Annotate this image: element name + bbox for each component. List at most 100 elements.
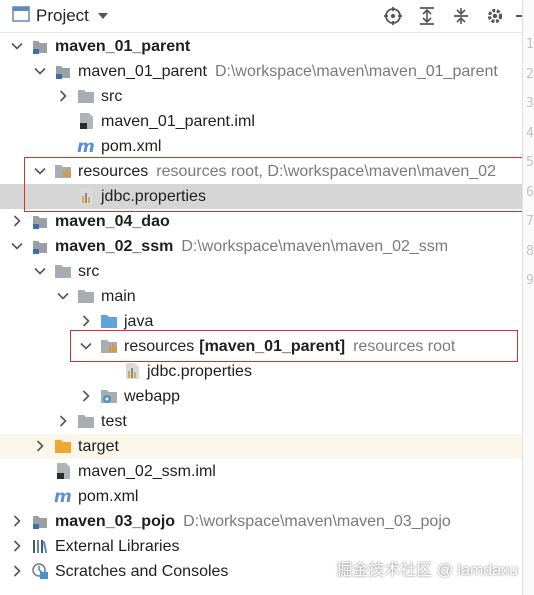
maven-icon: m bbox=[54, 487, 72, 507]
tree-item-label: jdbc.properties bbox=[147, 362, 252, 381]
line-number: 2 bbox=[526, 66, 534, 82]
chevron-down-icon[interactable] bbox=[56, 289, 70, 303]
tree-item-name: Scratches and Consoles bbox=[55, 563, 229, 580]
folder-icon bbox=[77, 87, 95, 105]
tree-row[interactable]: maven_01_parent.iml bbox=[0, 109, 522, 134]
tree-row[interactable]: maven_01_parent bbox=[0, 34, 522, 59]
tree-item-label: maven_01_parent bbox=[55, 37, 190, 56]
chevron-down-icon[interactable] bbox=[79, 339, 93, 353]
tree-item-path: D:\workspace\maven\maven_03_pojo bbox=[183, 513, 451, 530]
chevron-right-icon[interactable] bbox=[10, 539, 24, 553]
line-number: 6 bbox=[526, 184, 534, 200]
tree-row[interactable]: src bbox=[0, 84, 522, 109]
line-number: 9 bbox=[526, 273, 534, 288]
tree-item-path: resources root, D:\workspace\maven\maven… bbox=[156, 163, 496, 180]
line-number: 8 bbox=[526, 243, 534, 259]
gear-icon[interactable] bbox=[478, 0, 512, 32]
locate-file-icon[interactable] bbox=[376, 0, 410, 32]
tree-item-name: External Libraries bbox=[55, 538, 180, 555]
tree-row[interactable]: maven_02_ssm D:\workspace\maven\maven_02_… bbox=[0, 234, 522, 259]
expand-all-icon[interactable] bbox=[410, 0, 444, 32]
tree-item-label: maven_01_parent D:\workspace\maven\maven_… bbox=[78, 62, 498, 81]
tree-row[interactable]: maven_03_pojo D:\workspace\maven\maven_03… bbox=[0, 509, 522, 534]
iml-file-icon bbox=[77, 112, 95, 130]
tree-row[interactable]: resources [maven_01_parent] resources root bbox=[0, 334, 522, 359]
chevron-down-icon[interactable] bbox=[97, 7, 109, 25]
tree-row[interactable]: target bbox=[0, 434, 522, 459]
line-number: 5 bbox=[526, 155, 534, 170]
tree-item-label: resources [maven_01_parent] resources root bbox=[124, 337, 455, 356]
chevron-right-icon[interactable] bbox=[33, 439, 47, 453]
tree-item-label: main bbox=[101, 287, 136, 306]
properties-file-icon bbox=[77, 187, 95, 205]
project-toolbar bbox=[376, 0, 534, 32]
tree-item-label: External Libraries bbox=[55, 537, 180, 556]
chevron-right-icon[interactable] bbox=[10, 514, 24, 528]
tree-item-name: maven_01_parent bbox=[55, 38, 191, 55]
tree-item-label: test bbox=[101, 412, 127, 431]
tree-item-label: java bbox=[124, 312, 153, 331]
tree-item-label: src bbox=[101, 87, 122, 106]
tree-item-label: src bbox=[78, 262, 99, 281]
folder-icon bbox=[77, 412, 95, 430]
tree-item-name: maven_01_parent bbox=[78, 63, 207, 80]
chevron-right-icon[interactable] bbox=[79, 314, 93, 328]
tree-row[interactable]: main bbox=[0, 284, 522, 309]
chevron-right-icon[interactable] bbox=[56, 414, 70, 428]
tree-row[interactable]: maven_04_dao bbox=[0, 209, 522, 234]
chevron-right-icon[interactable] bbox=[56, 89, 70, 103]
tree-item-name: maven_02_ssm.iml bbox=[78, 463, 216, 480]
tree-row[interactable]: jdbc.properties bbox=[0, 359, 522, 384]
module-icon bbox=[31, 237, 49, 255]
tree-item-label: jdbc.properties bbox=[101, 187, 206, 206]
chevron-down-icon[interactable] bbox=[10, 39, 24, 53]
tree-row[interactable]: maven_01_parent D:\workspace\maven\maven_… bbox=[0, 59, 522, 84]
svg-text:m: m bbox=[77, 137, 95, 155]
tree-row[interactable]: jdbc.properties bbox=[0, 184, 522, 209]
tree-row[interactable]: src bbox=[0, 259, 522, 284]
maven-icon: m bbox=[77, 137, 95, 157]
tree-item-name: src bbox=[78, 263, 100, 280]
tree-row[interactable]: java bbox=[0, 309, 522, 334]
tree-row[interactable]: resources resources root, D:\workspace\ma… bbox=[0, 159, 522, 184]
tree-row[interactable]: maven_02_ssm.iml bbox=[0, 459, 522, 484]
tree-item-name: test bbox=[101, 413, 127, 430]
tree-item-name: src bbox=[101, 88, 123, 105]
tree-row[interactable]: m pom.xml bbox=[0, 134, 522, 159]
properties-file-icon bbox=[123, 362, 141, 380]
resources-folder-icon bbox=[54, 162, 72, 180]
collapse-all-icon[interactable] bbox=[444, 0, 478, 32]
tree-item-name: resources bbox=[78, 163, 149, 180]
chevron-down-icon[interactable] bbox=[33, 164, 47, 178]
libraries-icon bbox=[31, 537, 49, 555]
line-number: 7 bbox=[526, 214, 534, 229]
scratches-icon bbox=[31, 562, 49, 580]
tree-item-label: maven_03_pojo D:\workspace\maven\maven_03… bbox=[55, 512, 451, 531]
tree-row[interactable]: m pom.xml bbox=[0, 484, 522, 509]
chevron-down-icon[interactable] bbox=[10, 239, 24, 253]
chevron-right-icon[interactable] bbox=[10, 564, 24, 578]
chevron-right-icon[interactable] bbox=[79, 389, 93, 403]
line-number: 3 bbox=[526, 96, 534, 111]
tree-row[interactable]: test bbox=[0, 409, 522, 434]
tree-item-name: maven_03_pojo bbox=[55, 513, 176, 530]
editor-gutter: 1 2 3 4 5 6 7 8 9 bbox=[522, 0, 534, 595]
chevron-down-icon[interactable] bbox=[33, 264, 47, 278]
chevron-down-icon[interactable] bbox=[33, 64, 47, 78]
panel-title[interactable]: Project bbox=[36, 6, 89, 26]
tree-item-label: maven_02_ssm D:\workspace\maven\maven_02_… bbox=[55, 237, 448, 256]
tree-item-path: D:\workspace\maven\maven_01_parent bbox=[214, 63, 498, 80]
tree-item-name: maven_04_dao bbox=[55, 213, 170, 230]
tree-row[interactable]: webapp bbox=[0, 384, 522, 409]
chevron-right-icon[interactable] bbox=[10, 214, 24, 228]
tree-item-label: pom.xml bbox=[78, 487, 138, 506]
source-folder-icon bbox=[100, 312, 118, 330]
tree-item-label: Scratches and Consoles bbox=[55, 562, 228, 581]
tree-item-name: maven_02_ssm bbox=[55, 238, 174, 255]
tree-item-name: pom.xml bbox=[101, 138, 162, 155]
svg-text:m: m bbox=[54, 487, 72, 505]
tree-item-name: main bbox=[101, 288, 136, 305]
web-folder-icon bbox=[100, 387, 118, 405]
project-window-icon bbox=[12, 5, 30, 27]
module-icon bbox=[54, 62, 72, 80]
